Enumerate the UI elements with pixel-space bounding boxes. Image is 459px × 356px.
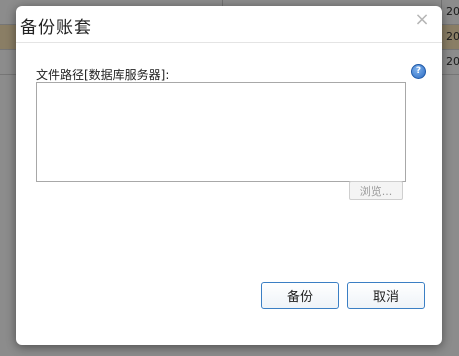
- help-icon[interactable]: ?: [411, 64, 426, 79]
- backup-button[interactable]: 备份: [261, 282, 339, 309]
- dialog-header: 备份账套 ×: [16, 6, 442, 43]
- path-label: 文件路径[数据库服务器]:: [36, 68, 170, 82]
- cancel-button[interactable]: 取消: [347, 282, 425, 309]
- path-textarea[interactable]: [36, 82, 406, 182]
- close-icon[interactable]: ×: [414, 10, 430, 30]
- browse-button[interactable]: 浏览...: [349, 181, 403, 200]
- backup-dialog: 备份账套 × 文件路径[数据库服务器]: ? 浏览... 备份 取消: [16, 6, 442, 345]
- dialog-title: 备份账套: [20, 18, 92, 38]
